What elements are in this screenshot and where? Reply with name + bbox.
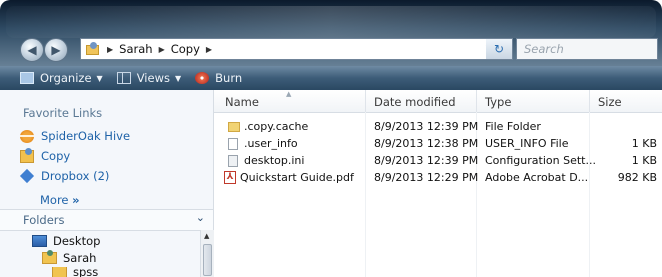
column-header-type[interactable]: Type (485, 95, 511, 109)
nav-link-copy[interactable]: Copy (20, 147, 71, 163)
views-menu[interactable]: Views ▼ (116, 71, 182, 85)
file-row[interactable]: .copy.cache 8/9/2013 12:39 PM File Folde… (214, 119, 662, 135)
file-type: USER_INFO File (485, 137, 569, 150)
tree-item-label: spss (73, 267, 99, 277)
nav-link-label: Copy (41, 149, 71, 163)
views-icon (116, 72, 131, 84)
file-type: File Folder (485, 120, 541, 133)
pdf-icon: ⅄ (224, 171, 236, 184)
column-header-row: ▲ Name Date modified Type Size (214, 90, 662, 113)
breadcrumb-sarah[interactable]: Sarah (119, 42, 152, 56)
refresh-icon: ↻ (493, 42, 505, 56)
organize-label: Organize (40, 71, 92, 85)
search-input[interactable]: Search (516, 38, 658, 60)
sort-indicator-icon: ▲ (286, 90, 292, 98)
file-row[interactable]: ⅄ Quickstart Guide.pdf 8/9/2013 12:29 PM… (214, 170, 662, 186)
more-links[interactable]: More » (40, 193, 80, 207)
file-date: 8/9/2013 12:39 PM (374, 154, 479, 167)
file-date: 8/9/2013 12:39 PM (374, 120, 479, 133)
burn-button[interactable]: Burn (195, 71, 242, 85)
file-name: .user_info (244, 137, 298, 150)
user-folder-icon (42, 250, 57, 264)
file-date: 8/9/2013 12:38 PM (374, 137, 479, 150)
file-name: desktop.ini (244, 154, 305, 167)
organize-icon (20, 72, 34, 84)
column-header-date[interactable]: Date modified (374, 95, 456, 109)
file-name: .copy.cache (244, 120, 309, 133)
file-row[interactable]: desktop.ini 8/9/2013 12:39 PM Configurat… (214, 153, 662, 169)
back-arrow-icon: ◀ (27, 43, 37, 57)
scroll-thumb[interactable] (203, 244, 212, 276)
file-size: 982 KB (617, 171, 657, 184)
file-icon (228, 137, 238, 150)
chevron-down-icon: ▼ (174, 73, 182, 83)
breadcrumb-separator-icon[interactable]: ▶ (107, 45, 113, 54)
views-label: Views (136, 71, 170, 85)
tree-item-label: Desktop (53, 234, 101, 248)
folders-toggle[interactable]: Folders ⌄ (0, 209, 213, 231)
file-name: Quickstart Guide.pdf (240, 171, 354, 184)
nav-link-label: Dropbox (2) (41, 169, 110, 183)
user-folder-icon (85, 41, 101, 56)
organize-menu[interactable]: Organize ▼ (20, 71, 103, 85)
chevron-down-icon: ▼ (96, 73, 103, 83)
file-name-cell: .user_info (228, 137, 298, 150)
file-row[interactable]: .user_info 8/9/2013 12:38 PM USER_INFO F… (214, 136, 662, 152)
dropbox-icon (19, 168, 35, 184)
file-type: Configuration Sett... (485, 154, 596, 167)
nav-link-dropbox[interactable]: Dropbox (2) (19, 168, 110, 184)
command-toolbar: Organize ▼ Views ▼ Burn (0, 66, 662, 90)
file-size: 1 KB (631, 154, 657, 167)
forward-arrow-icon: ▶ (51, 43, 61, 57)
nav-link-spideroak-hive[interactable]: SpiderOak Hive (20, 129, 130, 143)
tree-item-sarah[interactable]: Sarah (42, 250, 97, 265)
burn-label: Burn (215, 71, 243, 85)
settings-file-icon (228, 154, 238, 167)
column-header-size[interactable]: Size (598, 95, 622, 109)
folder-icon (228, 121, 240, 132)
chevron-down-icon: ⌄ (195, 211, 205, 224)
address-bar[interactable]: ▶ Sarah ▶ Copy ▶ ▼ (80, 38, 513, 60)
navigation-pane: Favorite Links SpiderOak Hive Copy Dropb… (0, 90, 214, 277)
back-button[interactable]: ◀ (20, 38, 44, 62)
breadcrumb-separator-icon[interactable]: ▶ (206, 45, 212, 54)
favorite-links-heading: Favorite Links (23, 106, 103, 120)
breadcrumb-separator-icon[interactable]: ▶ (159, 45, 165, 54)
file-name-cell: ⅄ Quickstart Guide.pdf (224, 171, 354, 184)
scroll-up-icon[interactable]: ▲ (204, 232, 209, 240)
folders-scrollbar[interactable]: ▲ (200, 230, 214, 277)
file-type: Adobe Acrobat D... (485, 171, 589, 184)
file-list: ▲ Name Date modified Type Size .copy.cac… (214, 90, 662, 277)
file-date: 8/9/2013 12:29 PM (374, 171, 479, 184)
column-header-name[interactable]: Name (225, 95, 259, 109)
nav-link-label: SpiderOak Hive (41, 129, 131, 143)
spideroak-icon (20, 129, 34, 143)
file-size: 1 KB (631, 137, 657, 150)
disc-icon (195, 72, 210, 84)
file-name-cell: desktop.ini (228, 154, 304, 167)
desktop-icon (32, 235, 47, 247)
tree-item-spss[interactable]: spss (52, 267, 98, 277)
folders-label: Folders (23, 213, 65, 227)
glass-sheen (6, 6, 656, 38)
breadcrumb-copy[interactable]: Copy (171, 42, 200, 56)
tree-item-desktop[interactable]: Desktop (32, 234, 100, 248)
copy-folder-icon (20, 147, 34, 163)
forward-button[interactable]: ▶ (44, 38, 68, 62)
refresh-button[interactable]: ↻ (486, 38, 513, 60)
folder-icon (52, 267, 67, 277)
file-name-cell: .copy.cache (228, 120, 308, 133)
more-label: More (40, 193, 69, 207)
tree-item-label: Sarah (63, 251, 97, 265)
double-chevron-icon: » (72, 193, 80, 207)
